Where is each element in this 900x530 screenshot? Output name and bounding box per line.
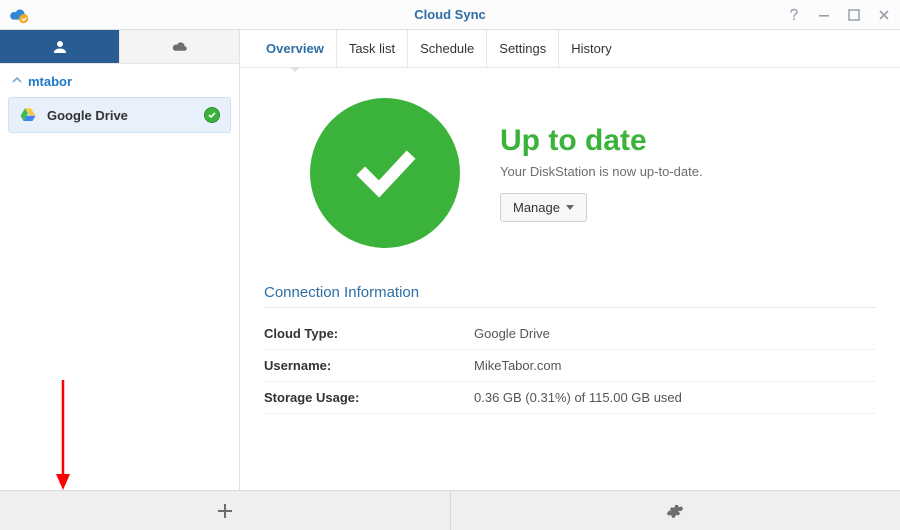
storage-value: 0.36 GB (0.31%) of 115.00 GB used xyxy=(474,390,682,405)
chevron-up-icon xyxy=(12,75,22,88)
connection-info-heading: Connection Information xyxy=(264,284,876,308)
manage-button-label: Manage xyxy=(513,200,560,215)
close-icon[interactable] xyxy=(876,7,892,23)
status-circle-ok-icon xyxy=(310,98,460,248)
manage-button[interactable]: Manage xyxy=(500,193,587,222)
window-title: Cloud Sync xyxy=(0,7,900,22)
tab-settings[interactable]: Settings xyxy=(486,30,558,67)
bottom-toolbar xyxy=(0,490,900,530)
row-cloud-type: Cloud Type: Google Drive xyxy=(264,318,876,350)
tab-history[interactable]: History xyxy=(558,30,623,67)
sidebar-connection-label: Google Drive xyxy=(47,108,194,123)
row-storage: Storage Usage: 0.36 GB (0.31%) of 115.00… xyxy=(264,382,876,414)
google-drive-icon xyxy=(19,106,37,124)
tab-overview[interactable]: Overview xyxy=(254,30,336,67)
user-icon xyxy=(51,38,69,56)
main-tabs: Overview Task list Schedule Settings His… xyxy=(240,30,900,68)
chevron-down-icon xyxy=(566,205,574,210)
storage-label: Storage Usage: xyxy=(264,390,474,405)
status-ok-icon xyxy=(204,107,220,123)
sync-status-area: Up to date Your DiskStation is now up-to… xyxy=(240,68,900,284)
main-panel: Overview Task list Schedule Settings His… xyxy=(240,30,900,490)
cloud-type-label: Cloud Type: xyxy=(264,326,474,341)
maximize-icon[interactable] xyxy=(846,7,862,23)
sidebar: mtabor Google Drive xyxy=(0,30,240,490)
row-username: Username: MikeTabor.com xyxy=(264,350,876,382)
gear-icon xyxy=(666,502,684,520)
status-headline: Up to date xyxy=(500,124,703,158)
add-connection-button[interactable] xyxy=(0,491,451,530)
status-text: Up to date Your DiskStation is now up-to… xyxy=(500,124,703,222)
settings-button[interactable] xyxy=(451,491,900,530)
sidebar-tab-cloud[interactable] xyxy=(119,30,239,64)
cloud-icon xyxy=(171,38,189,56)
tab-tasklist[interactable]: Task list xyxy=(336,30,407,67)
minimize-icon[interactable] xyxy=(816,7,832,23)
title-bar: Cloud Sync xyxy=(0,0,900,30)
plus-icon xyxy=(216,502,234,520)
cloud-type-value: Google Drive xyxy=(474,326,550,341)
sidebar-connection-item[interactable]: Google Drive xyxy=(8,97,231,133)
sidebar-user-group[interactable]: mtabor xyxy=(0,64,239,95)
tab-schedule[interactable]: Schedule xyxy=(407,30,486,67)
sidebar-tabs xyxy=(0,30,239,64)
window-controls xyxy=(786,7,892,23)
sidebar-user-label: mtabor xyxy=(28,74,72,89)
username-label: Username: xyxy=(264,358,474,373)
sidebar-tab-user[interactable] xyxy=(0,30,119,64)
username-value: MikeTabor.com xyxy=(474,358,561,373)
connection-info-section: Connection Information Cloud Type: Googl… xyxy=(240,284,900,414)
status-subline: Your DiskStation is now up-to-date. xyxy=(500,164,703,179)
help-icon[interactable] xyxy=(786,7,802,23)
